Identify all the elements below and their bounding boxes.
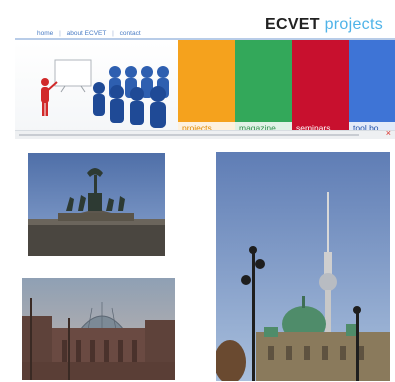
nav-separator: | <box>59 30 61 37</box>
tv-tower-image <box>216 152 390 381</box>
tile-seminars[interactable]: seminars <box>292 40 349 137</box>
reichstag-image <box>22 278 175 380</box>
photo-reichstag <box>22 278 175 380</box>
ecvet-website-screenshot: home | about ECVET | contact ECVET proje… <box>15 14 395 140</box>
hero-illustration <box>15 42 178 135</box>
tile-magazine[interactable]: magazine <box>235 40 292 137</box>
nav-separator: | <box>112 30 114 37</box>
presentation-illustration <box>41 59 169 128</box>
photo-berlin-tv-tower <box>216 152 390 381</box>
photo-brandenburg-gate <box>28 153 165 256</box>
logo-text-ecvet: ECVET <box>265 16 320 33</box>
nav-link-home[interactable]: home <box>37 30 53 37</box>
close-icon[interactable]: × <box>386 128 391 139</box>
tile-toolbox[interactable]: tool bo <box>349 40 395 137</box>
top-navigation: home | about ECVET | contact <box>37 30 141 37</box>
cookie-notice-text-blur <box>19 134 359 136</box>
nav-link-contact[interactable]: contact <box>120 30 141 37</box>
nav-link-about[interactable]: about ECVET <box>67 30 107 37</box>
site-logo[interactable]: ECVET projects <box>265 16 383 34</box>
tile-projects[interactable]: projects <box>178 40 235 137</box>
brandenburg-gate-image <box>28 153 165 256</box>
cookie-notice-bar: × <box>15 128 395 139</box>
logo-text-projects: projects <box>324 16 384 33</box>
